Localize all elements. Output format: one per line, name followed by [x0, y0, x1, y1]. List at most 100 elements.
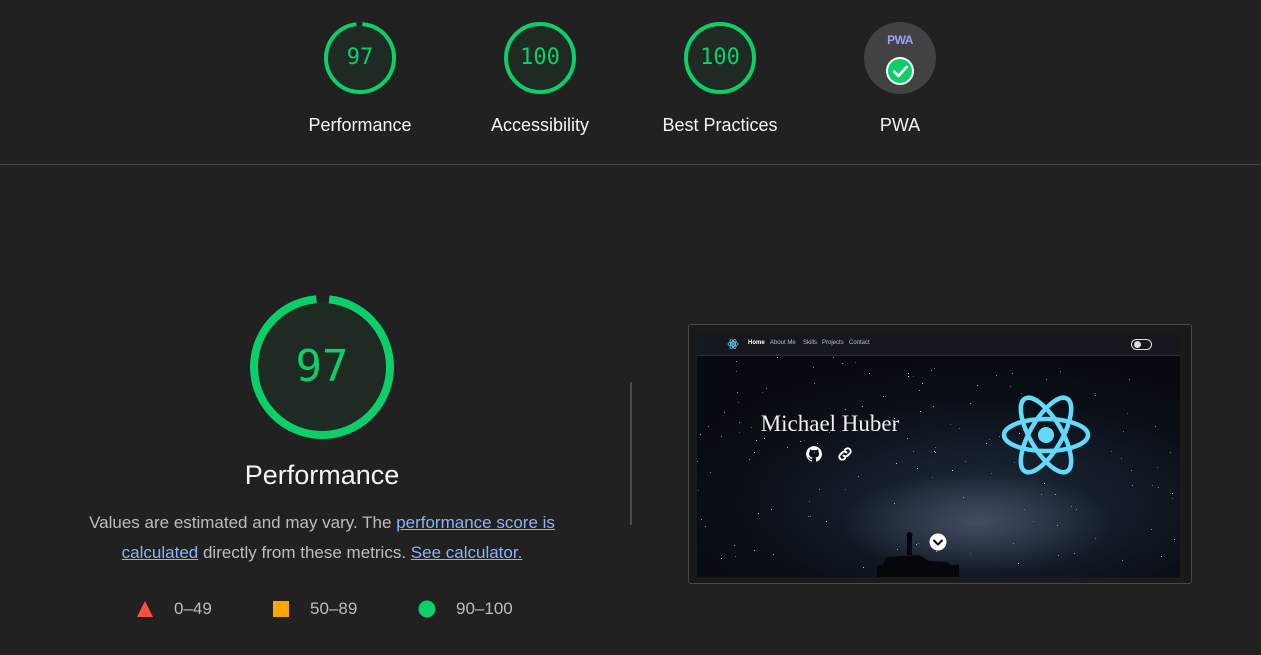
star: [1123, 431, 1124, 432]
star: [809, 501, 810, 502]
star: [764, 438, 765, 439]
legend-label: 90–100: [456, 599, 513, 618]
star: [863, 567, 864, 568]
star: [700, 434, 701, 435]
screenshot-viewport: Home About Me Skills Projects Contact Mi…: [697, 333, 1180, 577]
final-screenshot[interactable]: Home About Me Skills Projects Contact Mi…: [688, 324, 1192, 584]
star: [908, 376, 909, 377]
gauge-label: Accessibility: [490, 115, 590, 135]
star: [855, 362, 856, 363]
star: [920, 411, 921, 412]
gauge-label: Performance: [308, 115, 412, 135]
star: [1129, 379, 1130, 380]
star: [1055, 494, 1056, 495]
star: [963, 497, 964, 498]
square-icon: [273, 601, 289, 617]
star: [1018, 563, 1019, 564]
star: [883, 396, 884, 397]
star: [749, 459, 750, 460]
star: [810, 516, 811, 517]
star: [933, 406, 934, 407]
star: [1172, 493, 1173, 494]
star: [952, 470, 953, 471]
star: [934, 368, 935, 369]
star: [708, 426, 709, 427]
star: [1057, 525, 1058, 526]
star: [1158, 487, 1159, 488]
react-small-icon: [727, 339, 739, 349]
star: [814, 383, 815, 384]
star: [737, 392, 738, 393]
star: [1010, 386, 1011, 387]
star: [977, 385, 978, 386]
star: [710, 472, 711, 473]
star: [819, 489, 820, 490]
star: [1041, 494, 1042, 495]
mini-nav-contact: Contact: [849, 340, 870, 346]
star: [734, 545, 735, 546]
star: [698, 490, 699, 491]
star: [1013, 543, 1014, 544]
performance-title: Performance: [244, 460, 400, 490]
star: [913, 376, 914, 377]
star: [800, 441, 801, 442]
react-logo-icon: [1001, 395, 1091, 475]
star: [1174, 539, 1175, 540]
star: [697, 461, 698, 462]
star: [1024, 509, 1025, 510]
star: [1170, 452, 1171, 453]
star: [1122, 560, 1123, 561]
star: [896, 463, 897, 464]
star: [1044, 483, 1045, 484]
star: [1157, 467, 1158, 468]
star: [919, 390, 920, 391]
star: [736, 371, 737, 372]
mini-nav-home: Home: [748, 340, 765, 346]
star: [724, 412, 725, 413]
star: [1111, 451, 1112, 452]
star: [950, 424, 951, 425]
star: [965, 461, 966, 462]
star: [721, 558, 722, 559]
toggle-icon: [1131, 339, 1152, 350]
chevron-down-icon: [929, 533, 947, 551]
star: [787, 447, 788, 448]
mini-nav-skills: Skills: [803, 340, 818, 346]
star: [917, 468, 918, 469]
star: [908, 373, 909, 374]
star: [935, 447, 936, 448]
category-summary-bar: 97 Performance 100 Accessibility 100 Bes…: [0, 0, 1261, 165]
performance-description: Values are estimated and may vary. The p…: [60, 508, 584, 568]
github-icon: [806, 446, 822, 462]
star: [986, 443, 987, 444]
star: [813, 367, 814, 368]
star: [738, 402, 739, 403]
star: [736, 361, 737, 362]
star: [1132, 485, 1133, 486]
star: [1152, 485, 1153, 486]
star: [862, 406, 863, 407]
star: [922, 383, 923, 384]
star: [970, 403, 971, 404]
star: [932, 477, 933, 478]
star: [989, 439, 990, 440]
star: [1095, 395, 1096, 396]
star: [996, 375, 997, 376]
star: [758, 513, 759, 514]
star: [858, 476, 859, 477]
star: [907, 438, 908, 439]
performance-score-large: 97: [295, 341, 349, 392]
vertical-divider: [630, 382, 632, 525]
star: [1155, 426, 1156, 427]
star: [762, 392, 763, 393]
star: [739, 432, 740, 433]
see-calculator-link[interactable]: See calculator.: [411, 543, 523, 562]
star: [845, 489, 846, 490]
legend-label: 50–89: [310, 599, 358, 618]
star: [826, 521, 827, 522]
star: [991, 473, 992, 474]
gauge-label: Best Practices: [662, 115, 778, 135]
star: [1121, 458, 1122, 459]
star: [739, 422, 740, 423]
star: [751, 427, 752, 428]
